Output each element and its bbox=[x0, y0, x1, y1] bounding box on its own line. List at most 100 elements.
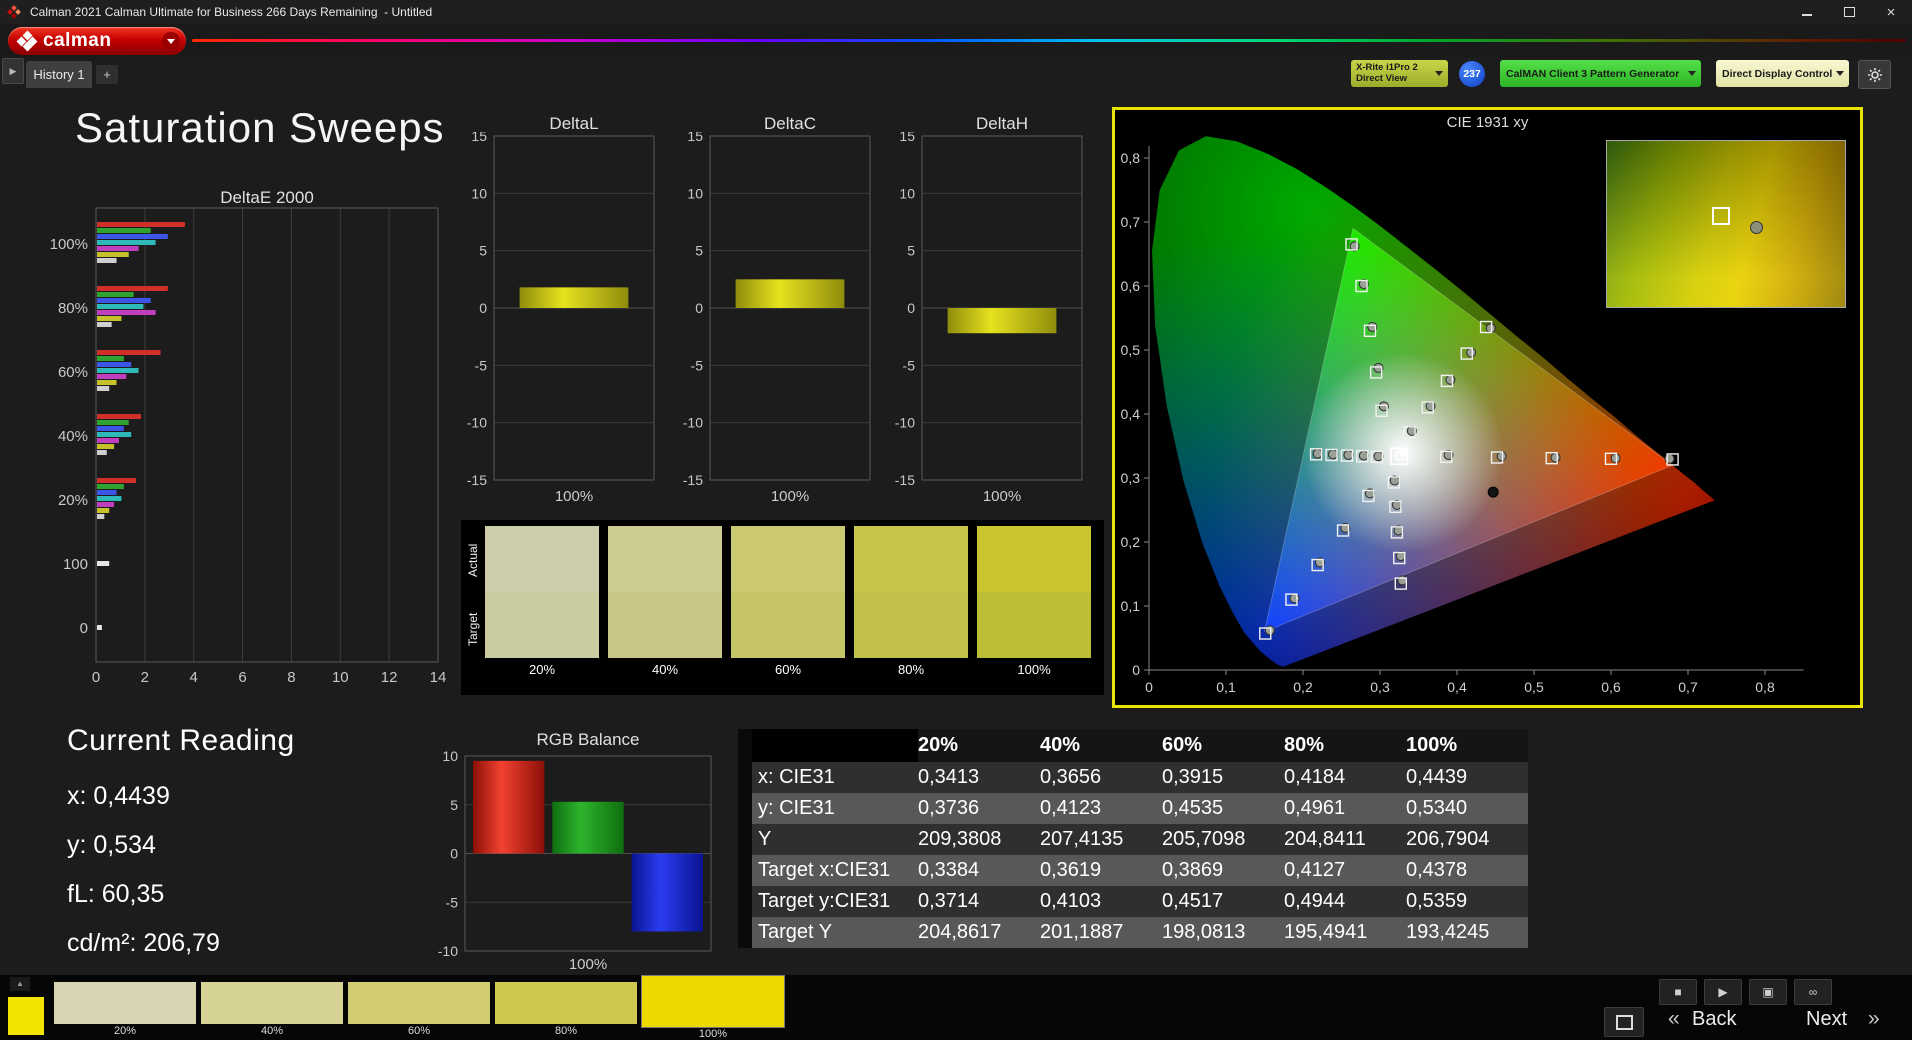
target-color bbox=[608, 592, 722, 658]
play-button[interactable]: ▶ bbox=[1704, 979, 1742, 1005]
target-row-label: Target bbox=[466, 612, 480, 647]
svg-text:-5: -5 bbox=[903, 357, 916, 373]
actual-color bbox=[977, 526, 1091, 592]
actual-color bbox=[731, 526, 845, 592]
table-cell: 0,5359 bbox=[1406, 890, 1468, 912]
table-row: x: CIE31 0,3413 0,3656 0,3915 0,4184 0,4439 bbox=[752, 762, 1528, 793]
measured-point-marker bbox=[1749, 220, 1763, 234]
table-cell: 0,4517 bbox=[1162, 890, 1224, 912]
measurement-table: 20% 40% 60% 80% 100% x: CIE31 0,3413 0,3656 0,39… bbox=[738, 729, 1528, 948]
chevron-down-icon bbox=[1435, 71, 1443, 76]
pattern-generator-label: CalMAN Client 3 Pattern Generator bbox=[1506, 67, 1680, 80]
svg-text:80%: 80% bbox=[58, 300, 88, 317]
next-chevron-icon: » bbox=[1868, 1007, 1880, 1030]
settings-button[interactable] bbox=[1858, 60, 1891, 89]
table-cell: 206,7904 bbox=[1406, 828, 1490, 850]
level-swatch-100%[interactable]: 100% bbox=[641, 975, 785, 1040]
actual-color bbox=[608, 526, 722, 592]
svg-text:-15: -15 bbox=[683, 472, 703, 488]
target-color bbox=[854, 592, 968, 658]
calman-logo-text: calman bbox=[43, 30, 112, 51]
table-cell: 0,4535 bbox=[1162, 797, 1224, 819]
rainbow-divider bbox=[192, 39, 1906, 42]
level-swatch-60%[interactable]: 60% bbox=[348, 975, 490, 1040]
stop-button[interactable]: ■ bbox=[1659, 979, 1697, 1005]
svg-text:0,8: 0,8 bbox=[1121, 150, 1141, 166]
deltal-x-label: 100% bbox=[554, 488, 594, 505]
table-cell: 193,4245 bbox=[1406, 921, 1490, 943]
close-icon: × bbox=[1886, 3, 1896, 21]
table-cell: 0,4944 bbox=[1284, 890, 1346, 912]
svg-text:-5: -5 bbox=[446, 894, 459, 910]
meter-name: X-Rite i1Pro 2 bbox=[1356, 61, 1418, 73]
capture-button[interactable]: ▣ bbox=[1749, 979, 1787, 1005]
svg-text:0,6: 0,6 bbox=[1121, 278, 1141, 294]
bottom-bar: ▲ 20% 40% 60% 80% 100% « Back Next » ■ ▶ ▣ ∞ bbox=[0, 975, 1912, 1040]
svg-text:0,3: 0,3 bbox=[1370, 679, 1390, 695]
next-button[interactable]: Next bbox=[1806, 1008, 1847, 1031]
rgb-x-label: 100% bbox=[568, 956, 608, 973]
tab-history-1[interactable]: History 1 bbox=[26, 61, 92, 88]
svg-text:0,7: 0,7 bbox=[1121, 214, 1141, 230]
level-swatch-80%[interactable]: 80% bbox=[495, 975, 637, 1040]
chevron-down-icon bbox=[167, 38, 175, 44]
table-cell: 207,4135 bbox=[1040, 828, 1124, 850]
svg-text:0,1: 0,1 bbox=[1121, 598, 1141, 614]
svg-text:10: 10 bbox=[442, 748, 458, 764]
deltal-chart: -15 -10 -5 0 5 10 15 bbox=[467, 132, 655, 488]
saturation-swatch-40%: 40% bbox=[608, 526, 722, 695]
level-swatch-20%[interactable]: 20% bbox=[54, 975, 196, 1040]
rgb-balance-chart: -10 -5 0 5 10 bbox=[438, 748, 712, 959]
calman-logo-menu[interactable]: calman bbox=[8, 27, 186, 55]
table-cell: 0,3869 bbox=[1162, 859, 1224, 881]
minimize-button[interactable] bbox=[1786, 0, 1828, 24]
back-button[interactable]: Back bbox=[1692, 1008, 1736, 1031]
svg-text:10: 10 bbox=[899, 185, 915, 201]
svg-text:0: 0 bbox=[80, 620, 88, 637]
svg-text:5: 5 bbox=[450, 797, 458, 813]
add-tab-button[interactable]: + bbox=[96, 65, 118, 84]
svg-text:5: 5 bbox=[479, 243, 487, 259]
collapse-up-button[interactable]: ▲ bbox=[10, 977, 30, 991]
svg-text:0: 0 bbox=[479, 300, 487, 316]
actual-row-label: Actual bbox=[466, 543, 480, 578]
table-header-cell: 80% bbox=[1284, 734, 1325, 756]
svg-text:0: 0 bbox=[92, 669, 100, 686]
svg-text:0,3: 0,3 bbox=[1121, 470, 1141, 486]
swatch-label: 100% bbox=[1017, 662, 1051, 677]
svg-text:5: 5 bbox=[907, 243, 915, 259]
saturation-swatch-80%: 80% bbox=[854, 526, 968, 695]
table-cell: 0,4123 bbox=[1040, 797, 1102, 819]
table-cell: 204,8617 bbox=[918, 921, 1002, 943]
gear-icon bbox=[1867, 67, 1882, 82]
logo-dropdown-button[interactable] bbox=[162, 32, 180, 50]
loop-button[interactable]: ∞ bbox=[1794, 979, 1832, 1005]
history-expander-button[interactable]: ▶ bbox=[2, 58, 24, 84]
display-control-dropdown[interactable]: Direct Display Control bbox=[1716, 60, 1849, 87]
svg-text:-10: -10 bbox=[467, 415, 487, 431]
svg-text:15: 15 bbox=[687, 132, 703, 144]
table-cell: 209,3808 bbox=[918, 828, 1002, 850]
level-swatch-color bbox=[495, 982, 637, 1024]
svg-text:-5: -5 bbox=[475, 357, 488, 373]
page-title: Saturation Sweeps bbox=[75, 104, 445, 151]
svg-text:20%: 20% bbox=[58, 492, 88, 509]
reading-y: y: 0,534 bbox=[67, 831, 156, 859]
pattern-generator-dropdown[interactable]: CalMAN Client 3 Pattern Generator bbox=[1500, 60, 1701, 87]
meter-dropdown[interactable]: X-Rite i1Pro 2 Direct View bbox=[1351, 60, 1448, 87]
saturation-swatch-100%: 100% bbox=[977, 526, 1091, 695]
table-cell: 0,4378 bbox=[1406, 859, 1468, 881]
close-button[interactable]: × bbox=[1870, 0, 1912, 24]
calman-window: Calman 2021 Calman Ultimate for Business… bbox=[0, 0, 1912, 1040]
cie-chart-panel: CIE 1931 xy 0 0,1 0,2 0,3 0,4 0,5 0,6 0,7 0,8 0 0,… bbox=[1112, 107, 1863, 708]
layout-button[interactable] bbox=[1604, 1007, 1644, 1037]
table-row: y: CIE31 0,3736 0,4123 0,4535 0,4961 0,5340 bbox=[752, 793, 1528, 824]
level-swatch-40%[interactable]: 40% bbox=[201, 975, 343, 1040]
swatch-label: 80% bbox=[897, 662, 925, 677]
logo-bar: calman bbox=[0, 24, 1912, 58]
maximize-button[interactable] bbox=[1828, 0, 1870, 24]
table-cell: 0,4439 bbox=[1406, 766, 1468, 788]
level-swatch-label: 40% bbox=[260, 1025, 284, 1037]
table-cell: 0,4184 bbox=[1284, 766, 1346, 788]
layout-icon bbox=[1615, 1014, 1633, 1030]
